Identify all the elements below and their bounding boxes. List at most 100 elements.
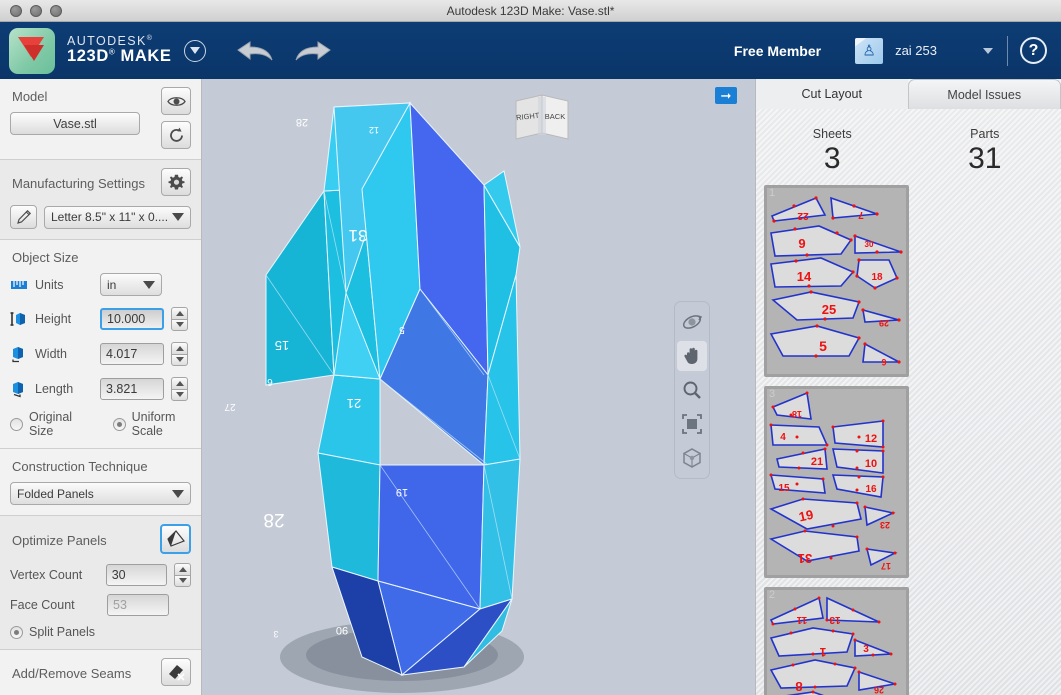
face-label: 21	[347, 396, 361, 411]
vertex-count-label: Vertex Count	[10, 568, 83, 582]
vertex-count-row: Vertex Count 30	[10, 563, 191, 587]
material-select[interactable]: Letter 8.5" x 11" x 0....	[44, 205, 191, 229]
split-panels-radio[interactable]	[10, 625, 23, 639]
help-button[interactable]: ?	[1020, 37, 1047, 64]
vertex-count-stepper[interactable]	[174, 563, 191, 587]
length-input[interactable]: 3.821	[100, 378, 164, 400]
face-label: 3	[273, 629, 278, 639]
part-label: 19	[797, 506, 814, 524]
faceted-shape-icon	[166, 530, 185, 547]
units-select[interactable]: in	[100, 273, 162, 296]
width-input[interactable]: 4.017	[100, 343, 164, 365]
maximize-button[interactable]	[50, 4, 62, 17]
uniform-scale-radio[interactable]	[112, 417, 126, 431]
header-divider	[1007, 35, 1008, 66]
part-label: 18	[871, 272, 883, 283]
optimize-panels-button[interactable]	[160, 524, 191, 554]
face-label: 90	[336, 624, 348, 636]
sheet-thumbnail[interactable]: 2 11 13 1 3 8 26	[764, 586, 909, 695]
part-label: 11	[796, 614, 807, 625]
face-label: 19	[396, 486, 408, 498]
units-value: in	[107, 277, 117, 292]
app-header: AUTODESK® 123D® MAKE Free Member ♙ zai 2…	[0, 22, 1061, 79]
redo-arrow-icon[interactable]	[294, 38, 332, 64]
window-controls[interactable]	[10, 4, 62, 17]
seams-tool-button[interactable]	[161, 658, 191, 686]
construction-technique-select[interactable]: Folded Panels	[10, 482, 191, 505]
brand-title: AUTODESK® 123D® MAKE	[67, 34, 172, 66]
part-label: 15	[778, 483, 790, 494]
construction-title: Construction Technique	[12, 459, 148, 474]
parts-label: Parts	[970, 127, 1000, 141]
optimize-title: Optimize Panels	[12, 532, 107, 548]
undo-redo-group[interactable]	[236, 38, 332, 64]
face-count-value: 53	[107, 594, 169, 616]
part-label: 12	[865, 433, 877, 445]
model-refresh-button[interactable]	[161, 121, 191, 149]
main-menu-button[interactable]	[183, 39, 206, 62]
face-count-row: Face Count 53	[10, 594, 191, 616]
face-label: 15	[275, 338, 289, 353]
autodesk-logo-icon	[9, 27, 55, 74]
refresh-icon	[169, 127, 183, 142]
gear-icon	[168, 174, 184, 189]
uniform-scale-label: Uniform Scale	[131, 410, 176, 438]
sheets-stat: Sheets 3	[756, 127, 909, 175]
eye-icon	[166, 96, 186, 106]
parts-value: 31	[968, 142, 1002, 175]
tab-model-issues[interactable]: Model Issues	[907, 79, 1061, 109]
manufacturing-section: Manufacturing Settings Letter 8.5" x 11"…	[0, 160, 201, 240]
brand-line-1: AUTODESK	[67, 34, 147, 49]
tab-cut-layout[interactable]: Cut Layout	[756, 79, 908, 109]
model-section: Model Vase.stl	[0, 79, 201, 160]
vase-3d-model[interactable]: 28 12 31 6 15 5 27 21 28 19 3 90	[202, 79, 755, 695]
minimize-button[interactable]	[30, 4, 42, 17]
sheet-number: 3	[769, 387, 776, 400]
face-count-label: Face Count	[10, 598, 75, 612]
face-label: 27	[224, 401, 236, 412]
original-size-radio[interactable]	[10, 417, 23, 431]
window-titlebar: Autodesk 123D Make: Vase.stl*	[0, 0, 1061, 22]
part-label: 18	[792, 409, 802, 419]
model-file-button[interactable]: Vase.stl	[10, 112, 140, 135]
sheets-label: Sheets	[812, 127, 852, 141]
part-label: 26	[874, 685, 884, 695]
part-label: 31	[798, 551, 812, 566]
split-panels-row: Split Panels	[10, 625, 191, 639]
height-cube-icon	[10, 312, 25, 326]
length-stepper[interactable]	[171, 377, 188, 401]
construction-technique-value: Folded Panels	[17, 486, 94, 501]
sheet-thumbnail[interactable]: 1 22 7 9 30 14 18 25 29 5 6	[764, 184, 909, 377]
model-viewport[interactable]: ➞ RIGHT BACK 28 12 31 6 15 5 27 21 28 19…	[202, 79, 755, 695]
sheet-thumbnail[interactable]: 3 18 4 12 21 10 15 16 19 23 31 17	[764, 385, 909, 578]
height-stepper[interactable]	[171, 307, 188, 331]
split-panels-label: Split Panels	[29, 625, 96, 639]
manufacturing-settings-button[interactable]	[161, 168, 191, 196]
part-label: 10	[865, 458, 877, 470]
parts-stat: Parts 31	[909, 127, 1061, 175]
vertex-count-input[interactable]: 30	[105, 564, 167, 586]
part-label: 21	[811, 456, 823, 468]
height-input[interactable]: 10.000	[100, 308, 164, 330]
part-label: 16	[865, 484, 877, 495]
right-panel-tabs[interactable]: Cut Layout Model Issues	[756, 79, 1061, 109]
face-label: 31	[349, 226, 368, 245]
model-visibility-button[interactable]	[161, 87, 191, 115]
face-label: 5	[399, 324, 405, 335]
units-row: Units in	[10, 273, 191, 296]
width-stepper[interactable]	[171, 342, 188, 366]
user-avatar-icon[interactable]: ♙	[855, 37, 884, 64]
face-label: 6	[267, 376, 273, 387]
part-label: 9	[798, 236, 805, 251]
face-label: 12	[369, 125, 379, 135]
account-chevron-down-icon[interactable]	[983, 47, 993, 54]
part-label: 14	[797, 269, 812, 284]
part-label: 7	[858, 209, 864, 220]
material-edit-button[interactable]	[10, 205, 37, 229]
close-button[interactable]	[10, 4, 22, 17]
user-name-label[interactable]: zai 253	[895, 43, 937, 58]
part-label: 23	[880, 520, 890, 530]
seams-section: Add/Remove Seams	[0, 650, 201, 695]
membership-label: Free Member	[733, 42, 822, 59]
undo-arrow-icon[interactable]	[236, 38, 274, 64]
